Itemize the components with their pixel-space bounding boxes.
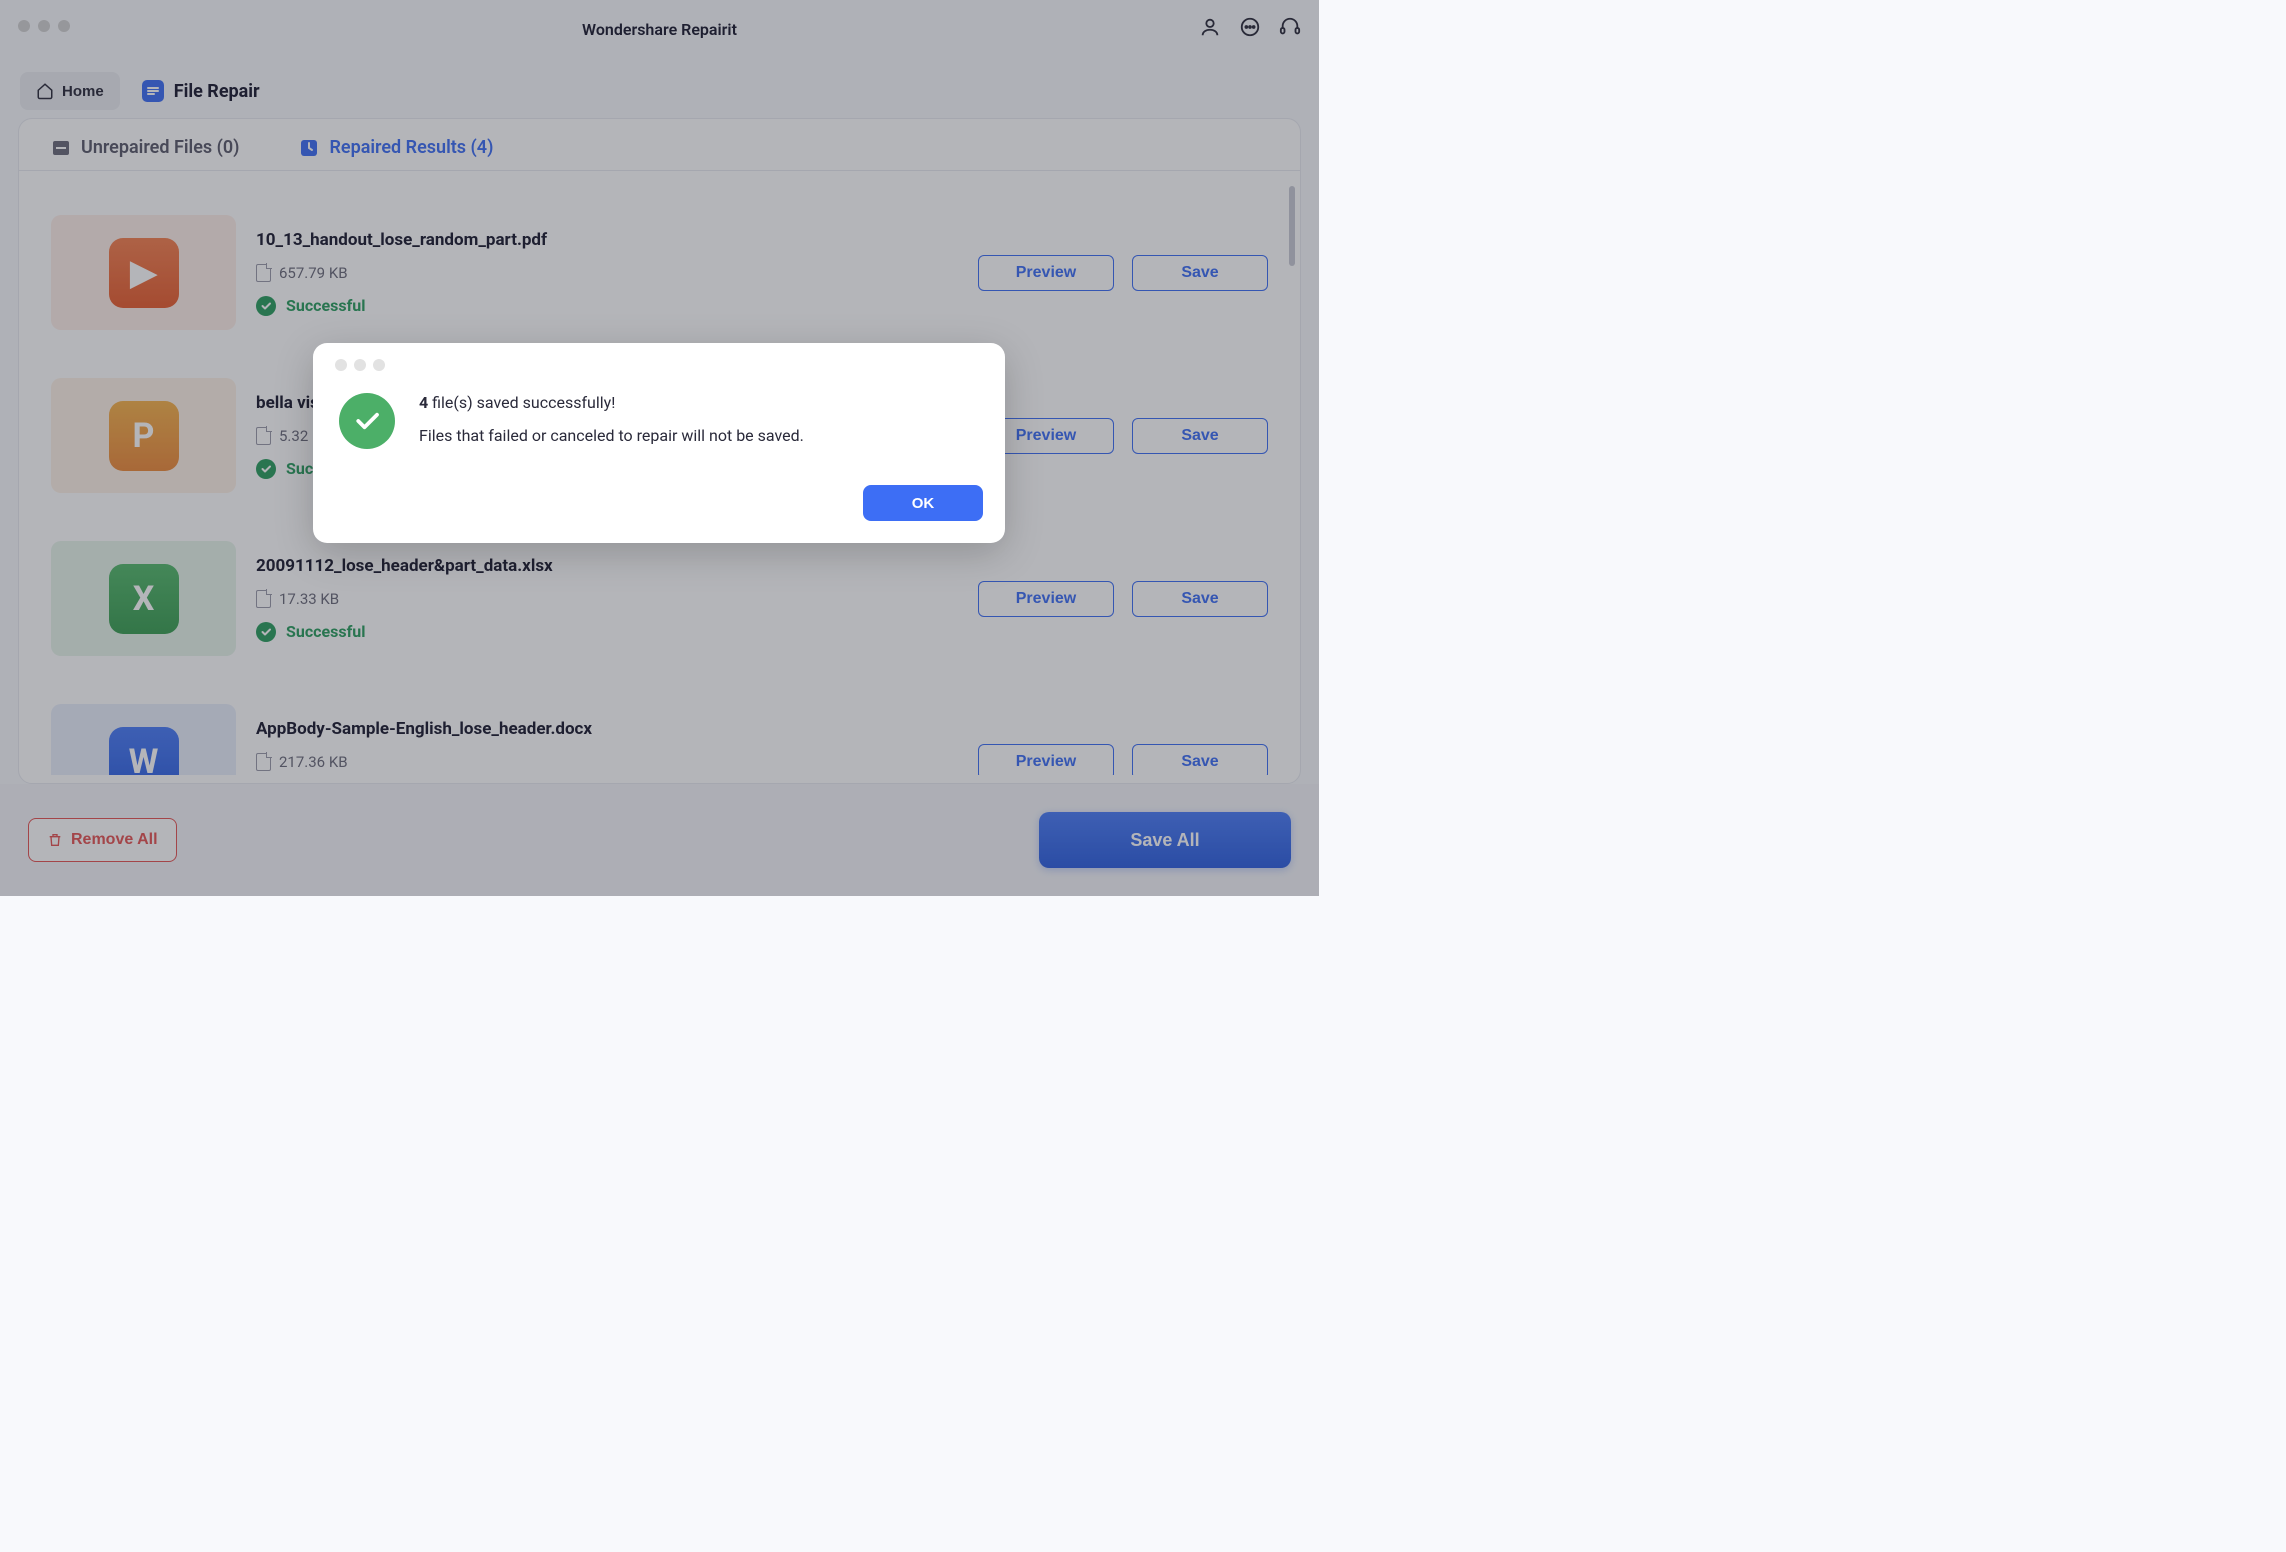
dialog-message-line1: 4 file(s) saved successfully! (419, 393, 804, 412)
dialog-text: 4 file(s) saved successfully! Files that… (419, 393, 804, 445)
ok-button[interactable]: OK (863, 485, 983, 521)
success-check-icon (339, 393, 395, 449)
dialog-footer: OK (335, 485, 983, 521)
dialog-message-line2: Files that failed or canceled to repair … (419, 426, 804, 445)
dialog-window-controls (335, 359, 983, 371)
dialog-count: 4 (419, 393, 428, 412)
dialog-minimize-dot[interactable] (354, 359, 366, 371)
ok-label: OK (912, 495, 935, 512)
dialog-maximize-dot[interactable] (373, 359, 385, 371)
dialog-body: 4 file(s) saved successfully! Files that… (335, 393, 983, 449)
dialog-close-dot[interactable] (335, 359, 347, 371)
success-dialog: 4 file(s) saved successfully! Files that… (313, 343, 1005, 543)
dialog-line1-suffix: file(s) saved successfully! (428, 393, 615, 412)
